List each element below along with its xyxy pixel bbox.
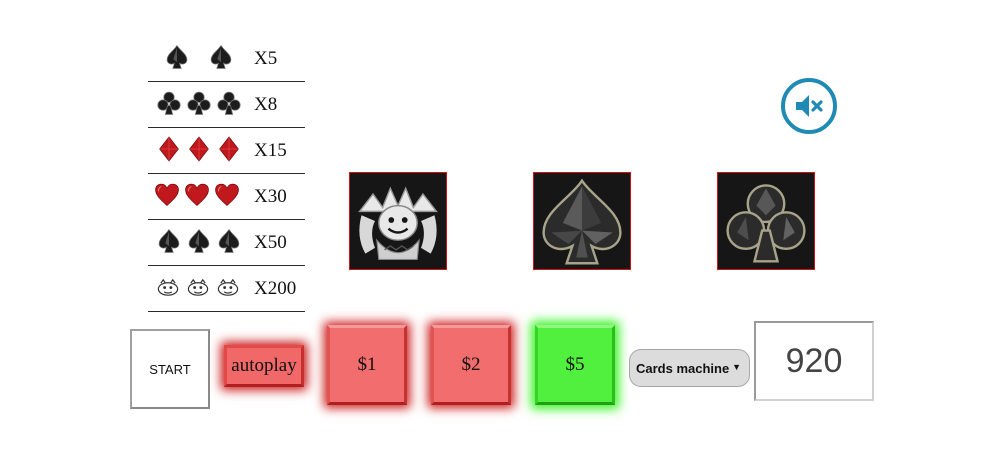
reel-3 [717,172,815,270]
paytable-multiplier: X15 [254,140,287,161]
club-icon [217,91,241,115]
paytable-row: X5 [148,36,305,82]
diamond-icon [159,136,179,162]
autoplay-button[interactable]: autoplay [224,345,304,387]
spade-icon [534,173,630,269]
paytable-multiplier: X8 [254,94,278,115]
paytable-multiplier: X5 [254,48,278,69]
paytable-symbols [156,82,246,127]
heart-icon [155,183,179,206]
spade-icon [158,228,180,253]
speaker-muted-icon [796,95,823,117]
machine-select[interactable]: Cards machine ▼ [629,349,750,387]
joker-icon [157,278,179,296]
club-icon [157,91,181,115]
paytable-symbols [156,220,246,265]
paytable-symbols [155,174,246,219]
heart-icon [185,183,209,206]
mute-button[interactable] [781,78,837,134]
spade-icon [210,44,232,69]
diamond-icon [189,136,209,162]
reel-1 [349,172,447,270]
paytable: X5 X8 X15 X30 X50 X200 [148,36,305,312]
paytable-row: X50 [148,220,305,266]
paytable-row: X8 [148,82,305,128]
reel-2 [533,172,631,270]
joker-icon [217,278,239,296]
diamond-icon [219,136,239,162]
bet-2-button[interactable]: $2 [431,325,511,405]
start-button[interactable]: START [130,329,210,409]
club-icon [718,173,814,269]
paytable-row: X200 [148,266,305,312]
heart-icon [215,183,239,206]
joker-icon [187,278,209,296]
paytable-row: X15 [148,128,305,174]
bet-1-button[interactable]: $1 [327,325,407,405]
joker-icon [350,173,446,269]
paytable-symbols [156,128,246,173]
paytable-symbols [156,36,246,81]
paytable-symbols [156,266,246,311]
spade-icon [218,228,240,253]
paytable-multiplier: X30 [254,186,287,207]
paytable-row: X30 [148,174,305,220]
paytable-multiplier: X50 [254,232,287,253]
spade-icon [188,228,210,253]
bet-5-button[interactable]: $5 [535,325,615,405]
credit-display: 920 [754,321,874,401]
chevron-down-icon: ▼ [732,362,741,372]
spade-icon [166,44,188,69]
club-icon [187,91,211,115]
machine-select-value: Cards machine [636,360,730,376]
paytable-multiplier: X200 [254,278,297,299]
